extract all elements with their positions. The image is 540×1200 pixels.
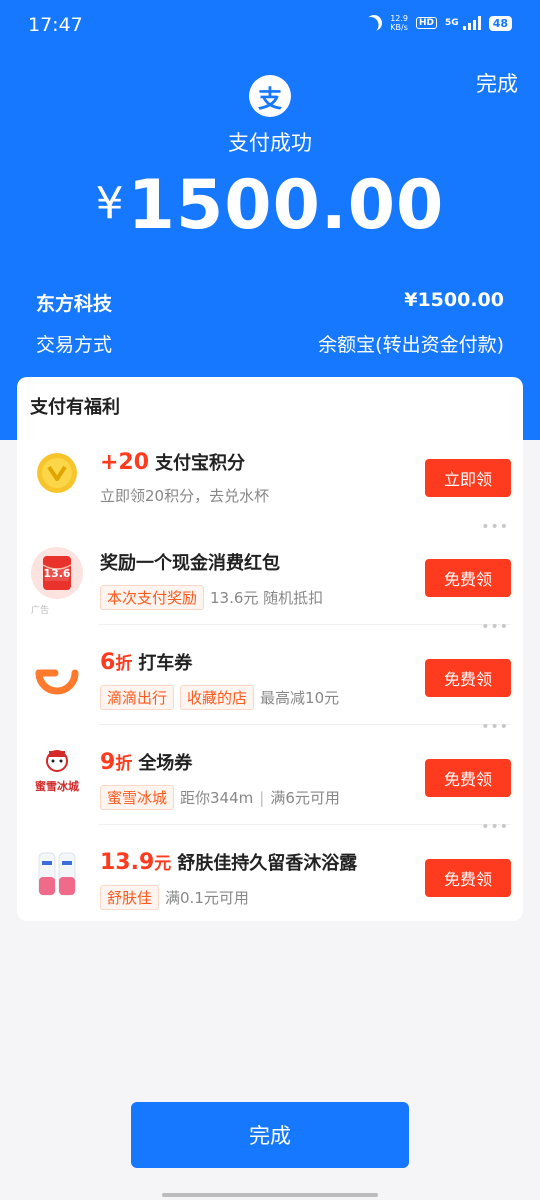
- benefit-desc: 满0.1元可用: [165, 889, 249, 907]
- benefit-tag: 蜜雪冰城: [100, 785, 175, 810]
- ad-label: 广告: [31, 606, 50, 616]
- network-type: 5G: [445, 18, 459, 28]
- merchant-name: 东方科技: [36, 293, 113, 315]
- alipay-logo-icon: 支: [249, 75, 291, 117]
- network-speed: 12.9 KB/s: [390, 14, 409, 32]
- status-bar: 17:47 12.9 KB/s HD 5G 48: [0, 0, 540, 52]
- status-time: 17:47: [28, 14, 83, 36]
- battery-icon: 48: [488, 15, 512, 31]
- price-highlight: 13.9元: [100, 850, 172, 875]
- claim-red-packet-button[interactable]: 免费领: [425, 559, 511, 597]
- benefit-desc: 最高减10元: [260, 689, 340, 707]
- amount-value: 1500.00: [127, 166, 445, 245]
- points-highlight: +20: [100, 450, 150, 475]
- benefit-title: 打车券: [138, 653, 193, 674]
- benefit-tag: 舒肤佳: [100, 885, 160, 910]
- benefit-desc: 满6元可用: [270, 789, 340, 807]
- payment-method-value: 余额宝(转出资金付款): [318, 334, 504, 356]
- benefit-desc: 13.6元 随机抵扣: [210, 589, 324, 607]
- body-wash-product-icon: [38, 852, 76, 896]
- discount-highlight: 9折: [100, 750, 133, 775]
- separator: |: [259, 788, 265, 807]
- payment-method-label: 交易方式: [36, 334, 113, 356]
- benefits-card: 支付有福利 +20 支付宝积分 立即领20积分，去兑水杯 立即领 ••• 13.…: [17, 377, 523, 921]
- didi-logo-icon: [35, 669, 79, 695]
- claim-taxi-coupon-button[interactable]: 免费领: [425, 659, 511, 697]
- hd-icon: HD: [416, 17, 438, 29]
- benefit-title: 全场券: [138, 753, 193, 774]
- merchant-row: 东方科技 ¥1500.00: [36, 289, 504, 316]
- claim-mixue-coupon-button[interactable]: 免费领: [425, 759, 511, 797]
- benefit-item-mixue[interactable]: 蜜雪冰城 9折 全场券 蜜雪冰城 距你344m | 满6元可用 免费领 •••: [17, 725, 523, 835]
- benefit-item-points[interactable]: +20 支付宝积分 立即领20积分，去兑水杯 立即领 •••: [17, 425, 523, 535]
- discount-highlight: 6折: [100, 650, 133, 675]
- benefit-tag: 本次支付奖励: [100, 585, 205, 610]
- currency-symbol: ¥: [95, 178, 124, 229]
- red-packet-value: 13.6: [43, 567, 71, 580]
- benefits-title: 支付有福利: [30, 397, 120, 418]
- merchant-amount: ¥1500.00: [404, 289, 504, 311]
- signal-icon: [462, 16, 481, 30]
- claim-safeguard-button[interactable]: 免费领: [425, 859, 511, 897]
- done-button[interactable]: 完成: [131, 1102, 409, 1168]
- benefit-tag: 滴滴出行: [100, 685, 175, 710]
- payment-status-title: 支付成功: [228, 131, 312, 155]
- points-coin-icon: [37, 453, 77, 493]
- benefit-subtitle: 立即领20积分，去兑水杯: [100, 487, 270, 505]
- payment-amount: ¥1500.00: [0, 166, 540, 245]
- mixue-logo-text: 蜜雪冰城: [35, 780, 79, 793]
- benefit-item-taxi[interactable]: 6折 打车券 滴滴出行 收藏的店 最高减10元 免费领 •••: [17, 625, 523, 735]
- benefit-title: 支付宝积分: [155, 453, 246, 474]
- claim-points-button[interactable]: 立即领: [425, 459, 511, 497]
- payment-method-row: 交易方式 余额宝(转出资金付款): [36, 330, 504, 357]
- home-indicator[interactable]: [162, 1193, 378, 1197]
- benefit-title: 奖励一个现金消费红包: [100, 553, 280, 574]
- benefit-title: 舒肤佳持久留香沐浴露: [177, 853, 358, 874]
- moon-icon: [363, 12, 385, 34]
- benefit-item-red-packet[interactable]: 13.6 广告 奖励一个现金消费红包 本次支付奖励 13.6元 随机抵扣 免费领…: [17, 525, 523, 635]
- distance-text: 距你344m: [180, 789, 254, 807]
- done-top-button[interactable]: 完成: [476, 68, 518, 98]
- benefit-item-safeguard[interactable]: 13.9元 舒肤佳持久留香沐浴露 舒肤佳 满0.1元可用 免费领: [17, 825, 523, 925]
- benefit-tag: 收藏的店: [180, 685, 255, 710]
- status-icons: 12.9 KB/s HD 5G 48: [366, 14, 512, 32]
